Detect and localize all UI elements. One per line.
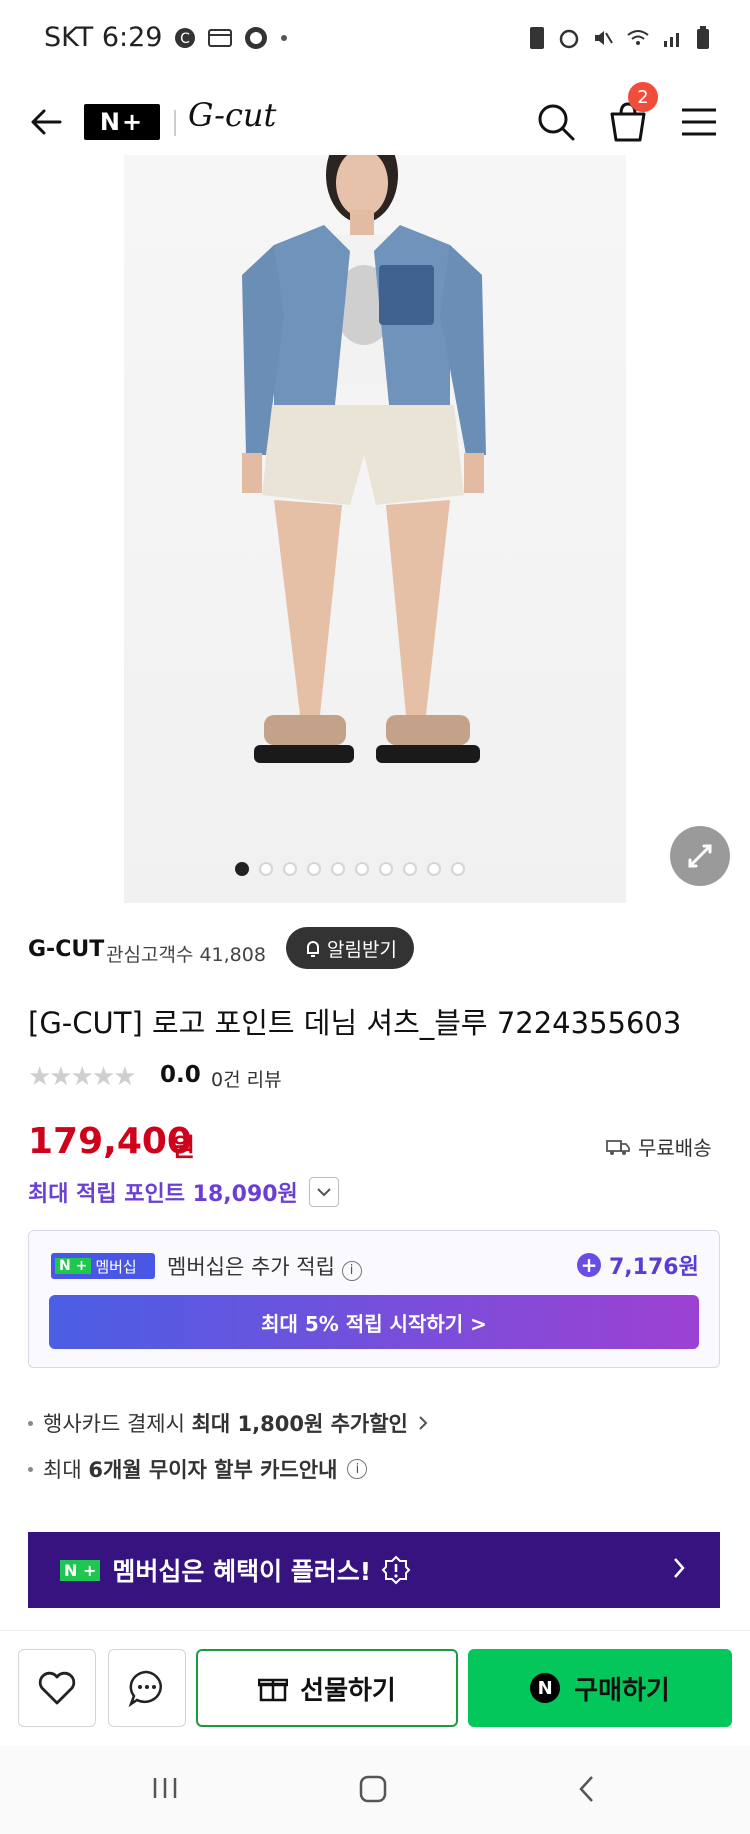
membership-text: 멤버십은 추가 적립 i xyxy=(167,1251,362,1281)
membership-text-label: 멤버십은 추가 적립 xyxy=(167,1255,335,1279)
expand-image-button[interactable] xyxy=(670,826,730,886)
product-title: [G-CUT] 로고 포인트 데님 셔츠_블루 7224355603 xyxy=(28,1006,682,1040)
installment-benefit[interactable]: 최대 6개월 무이자 할부 카드안내 i xyxy=(28,1454,368,1484)
benefit-bold: 6개월 무이자 할부 카드안내 xyxy=(88,1458,338,1482)
membership-tag-label: 멤버십 xyxy=(95,1257,137,1276)
svg-text:C: C xyxy=(180,31,190,47)
membership-banner[interactable]: N + 멤버십은 혜택이 플러스! xyxy=(28,1532,720,1608)
status-bar: SKT 6:29 C xyxy=(0,0,750,80)
product-price: 179,400 xyxy=(28,1121,192,1162)
cart-count-badge: 2 xyxy=(628,82,658,112)
review-count[interactable]: 0건 리뷰 xyxy=(211,1065,282,1092)
bullet xyxy=(28,1466,33,1472)
search-icon[interactable] xyxy=(534,100,578,144)
naver-n-icon: N xyxy=(530,1673,561,1703)
info-icon[interactable]: i xyxy=(347,1459,368,1479)
bullet xyxy=(28,1420,33,1426)
shipping-label: 무료배송 xyxy=(638,1136,712,1160)
max-points: 최대 적립 포인트 18,090원 xyxy=(28,1182,298,1207)
system-nav-bar xyxy=(0,1746,750,1834)
chevron-right-icon xyxy=(419,1416,428,1430)
alarm-button[interactable]: 알림받기 xyxy=(286,927,414,969)
gift-label: 선물하기 xyxy=(300,1675,396,1706)
benefit-prefix: 행사카드 결제시 xyxy=(43,1412,192,1436)
brand-name[interactable]: G-CUT xyxy=(28,937,104,962)
status-time: SKT 6:29 xyxy=(44,22,163,53)
gallery-dot[interactable] xyxy=(283,862,297,876)
points-expand-button[interactable] xyxy=(309,1177,339,1207)
gallery-dot[interactable] xyxy=(403,862,417,876)
gallery-dot[interactable] xyxy=(259,862,273,876)
wifi-icon xyxy=(627,30,649,45)
chevron-down-icon xyxy=(317,1188,331,1197)
membership-box: N + 멤버십 멤버십은 추가 적립 i + 7,176원 최대 5% 적립 시… xyxy=(28,1230,720,1368)
recent-apps-icon[interactable] xyxy=(150,1774,180,1802)
membership-tag: N + 멤버십 xyxy=(51,1253,155,1279)
gallery-dot[interactable] xyxy=(331,862,345,876)
price-unit: 원 xyxy=(172,1133,196,1162)
model-illustration xyxy=(242,155,486,763)
naver-plus-logo[interactable]: N+ xyxy=(84,104,160,140)
alarm-label: 알림받기 xyxy=(327,938,397,961)
gift-icon xyxy=(258,1678,289,1702)
expand-arrows-icon xyxy=(688,844,712,868)
truck-icon xyxy=(606,1139,630,1155)
wallet-icon xyxy=(208,29,232,47)
product-image[interactable] xyxy=(124,155,626,903)
gallery-dot[interactable] xyxy=(355,862,369,876)
banner-text: 멤버십은 혜택이 플러스! xyxy=(112,1557,372,1586)
home-icon[interactable] xyxy=(358,1774,388,1804)
bell-plus-icon xyxy=(307,941,320,957)
chevron-right-icon xyxy=(674,1558,685,1578)
dot-icon xyxy=(281,35,287,41)
alert-badge-icon xyxy=(381,1555,411,1585)
battery-icon xyxy=(697,26,709,49)
heart-icon xyxy=(38,1671,76,1705)
chat-bubble-icon xyxy=(128,1670,162,1707)
membership-start-button[interactable]: 최대 5% 적립 시작하기 > xyxy=(49,1295,699,1349)
info-icon[interactable]: i xyxy=(341,1260,362,1281)
mute-icon xyxy=(595,31,613,45)
np-badge: N + xyxy=(60,1559,101,1581)
membership-points-value: 7,176원 xyxy=(609,1255,699,1280)
gallery-pagination xyxy=(235,862,465,876)
gallery-dot[interactable] xyxy=(379,862,393,876)
starbucks-icon xyxy=(245,27,267,49)
gcut-brand-logo[interactable]: G-cut xyxy=(188,96,276,134)
signal-icon xyxy=(664,33,679,47)
gallery-dot[interactable] xyxy=(427,862,441,876)
shipping-info: 무료배송 xyxy=(606,1132,712,1161)
gallery-dot[interactable] xyxy=(307,862,321,876)
alarm-icon xyxy=(559,29,579,49)
benefit-bold: 최대 1,800원 추가할인 xyxy=(191,1412,408,1436)
benefit-prefix: 최대 xyxy=(43,1458,89,1482)
status-notification-icons: C xyxy=(174,26,288,50)
gift-button[interactable]: 선물하기 xyxy=(196,1649,458,1727)
plus-circle-icon: + xyxy=(577,1253,601,1277)
bottom-action-bar: 선물하기 N 구매하기 xyxy=(0,1630,750,1741)
screen-icon xyxy=(530,27,544,49)
back-nav-icon[interactable] xyxy=(576,1774,596,1804)
logo-divider xyxy=(174,110,176,136)
card-discount-benefit[interactable]: 행사카드 결제시 최대 1,800원 추가할인 xyxy=(28,1408,428,1438)
rating-score: 0.0 xyxy=(160,1062,201,1088)
back-arrow-icon[interactable] xyxy=(26,102,66,142)
follower-count: 관심고객수 41,808 xyxy=(106,944,266,966)
hamburger-menu-icon[interactable] xyxy=(680,106,718,138)
buy-label: 구매하기 xyxy=(574,1675,670,1706)
gallery-dot[interactable] xyxy=(235,862,249,876)
membership-points: + 7,176원 xyxy=(577,1249,699,1281)
np-badge: N + xyxy=(55,1258,92,1274)
gallery-dot[interactable] xyxy=(451,862,465,876)
like-button[interactable] xyxy=(18,1649,96,1727)
c-icon: C xyxy=(175,28,195,48)
status-system-icons xyxy=(528,26,710,50)
talk-button[interactable] xyxy=(108,1649,186,1727)
buy-button[interactable]: N 구매하기 xyxy=(468,1649,732,1727)
rating-stars: ★★★★★ xyxy=(28,1062,137,1092)
